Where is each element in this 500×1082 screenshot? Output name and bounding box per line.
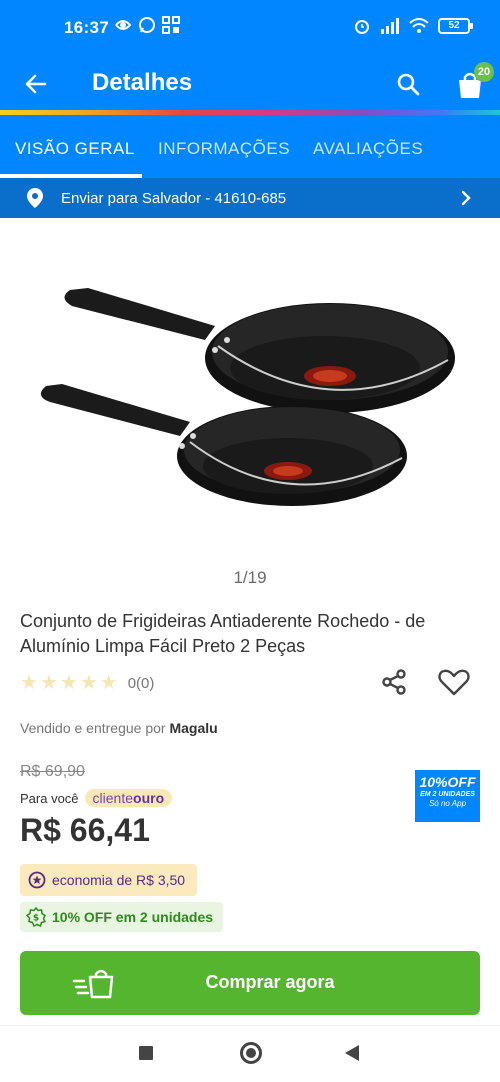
status-left-icons: [114, 16, 180, 34]
arrow-left-icon: [25, 74, 47, 94]
seller-prefix: Vendido e entregue por: [20, 720, 166, 736]
discount-text: 10% OFF em 2 unidades: [52, 909, 214, 925]
promo-line-2: EM 2 UNIDADES: [420, 791, 475, 798]
status-bar: 16:37 52: [0, 0, 500, 58]
tab-informacoes[interactable]: INFORMAÇÕES: [158, 139, 290, 159]
status-time: 16:37: [64, 18, 109, 37]
chevron-right-icon: [461, 190, 471, 206]
nebula-icon: [115, 20, 132, 30]
shipping-text: Enviar para Salvador - 41610-685: [61, 190, 287, 207]
product-image[interactable]: [30, 268, 470, 548]
whatsapp-icon: [139, 17, 155, 33]
cart-count-badge: 20: [474, 62, 494, 82]
location-pin-icon: [27, 188, 43, 208]
promo-line-3: Só no App: [428, 799, 467, 808]
app-bar: Detalhes 20: [0, 58, 500, 110]
cart-button[interactable]: 20: [452, 62, 494, 102]
tab-bar: VISÃO GERAL INFORMAÇÕES AVALIAÇÕES: [0, 115, 500, 178]
system-navigation-bar: [0, 1025, 500, 1082]
product-details: 1/19 Conjunto de Frigideiras Antiaderent…: [0, 218, 500, 1025]
battery-icon: 52: [438, 18, 473, 34]
para-voce-label: Para você: [20, 790, 79, 806]
recent-apps-button[interactable]: [139, 1046, 153, 1060]
seller-info: Vendido e entregue por Magalu: [20, 720, 218, 736]
ouro-label: ouro: [133, 790, 165, 806]
heart-icon[interactable]: [438, 668, 470, 696]
search-icon: [397, 73, 420, 96]
current-price: R$ 66,41: [20, 812, 150, 848]
tab-avaliacoes[interactable]: AVALIAÇÕES: [313, 139, 423, 159]
old-price: R$ 69,90: [20, 763, 85, 780]
home-button[interactable]: [240, 1042, 262, 1064]
buy-now-button[interactable]: Comprar agora: [20, 951, 480, 1015]
search-button[interactable]: [392, 68, 424, 100]
system-back-button[interactable]: [345, 1045, 359, 1061]
rating-row[interactable]: ★ ★ ★ ★ ★ 0(0): [20, 673, 154, 693]
alarm-icon: [355, 20, 369, 34]
share-icon[interactable]: [380, 668, 408, 696]
promo-badge: 10%OFF EM 2 UNIDADES Só no App: [415, 770, 480, 822]
image-counter: 1/19: [233, 568, 267, 587]
star-circle-icon: [28, 871, 46, 889]
product-title: Conjunto de Frigideiras Antiaderente Roc…: [20, 611, 426, 656]
cliente-ouro-badge: clienteouro: [84, 789, 173, 807]
cliente-label: cliente: [92, 790, 134, 806]
savings-text: economia de R$ 3,50: [52, 872, 186, 888]
para-voce-row: Para você clienteouro: [20, 789, 173, 807]
status-right-icons: 52: [353, 17, 473, 35]
discount-badge: $ 10% OFF em 2 unidades: [20, 902, 224, 932]
shipping-location-bar[interactable]: Enviar para Salvador - 41610-685: [0, 178, 500, 218]
wifi-icon: [409, 18, 429, 33]
seller-name[interactable]: Magalu: [169, 720, 217, 736]
tab-visao-geral[interactable]: VISÃO GERAL: [15, 139, 135, 159]
star-icon: ★: [20, 672, 38, 694]
discount-tag-icon: $: [26, 907, 46, 927]
buy-now-label: Comprar agora: [205, 972, 335, 992]
rating-count: 0(0): [127, 674, 155, 692]
star-icon: ★: [79, 672, 98, 694]
savings-badge: economia de R$ 3,50: [20, 864, 198, 896]
back-button[interactable]: [20, 68, 52, 100]
svg-text:$: $: [33, 914, 39, 924]
star-icon: ★: [59, 672, 78, 694]
signal-icon: [381, 18, 399, 34]
grid-icon: [162, 16, 180, 34]
page-title: Detalhes: [92, 69, 193, 96]
rating-stars: ★ ★ ★ ★ ★: [20, 673, 118, 693]
star-icon: ★: [39, 672, 58, 694]
star-icon: ★: [99, 672, 118, 694]
promo-line-1: 10%OFF: [419, 774, 476, 790]
